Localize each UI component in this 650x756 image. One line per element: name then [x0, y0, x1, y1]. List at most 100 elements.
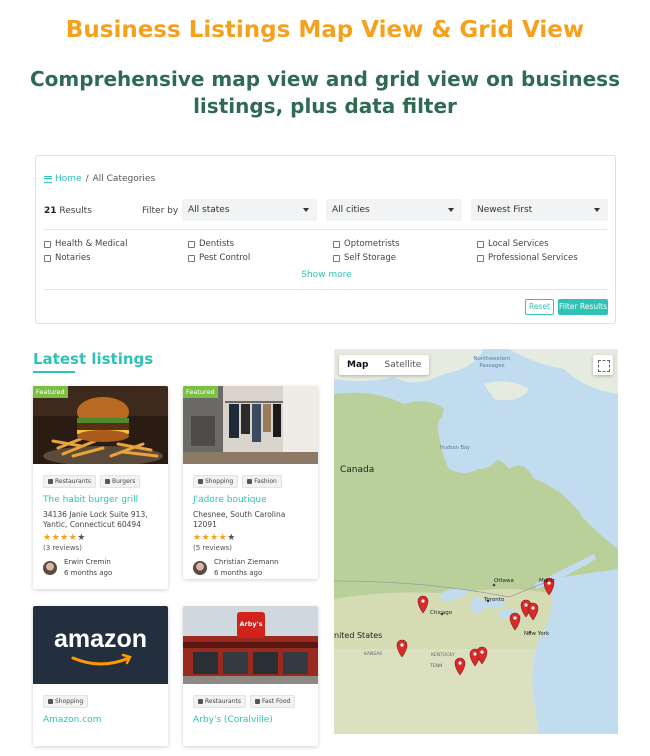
author-name: Erwin Cremin — [64, 558, 111, 566]
map-label: New York — [524, 631, 550, 637]
divider — [44, 289, 607, 290]
rating-stars: ★★★★★ — [183, 530, 318, 543]
fullscreen-icon[interactable] — [593, 355, 613, 375]
category-checkbox[interactable]: Professional Services — [477, 253, 578, 263]
results-number: 21 — [44, 206, 57, 216]
listing-card[interactable]: Featured Shopping Fashion J'adore boutiq… — [183, 386, 318, 579]
utensils-icon — [48, 479, 53, 484]
category-tag[interactable]: Restaurants — [43, 475, 96, 488]
map-label: TENN — [430, 664, 443, 669]
listing-card[interactable]: amazon Shopping Amazon.com — [33, 606, 168, 746]
map-label: nited States — [334, 631, 383, 640]
category-tag[interactable]: Restaurants — [193, 695, 246, 708]
category-tag[interactable]: Fast Food — [249, 695, 296, 708]
category-checkbox[interactable]: Dentists — [188, 239, 234, 249]
listing-title[interactable]: Arby's (Coralville) — [183, 708, 318, 725]
map-label: KENTUCKY — [431, 653, 455, 658]
star-icon: ★ — [77, 533, 86, 543]
filter-results-button[interactable]: Filter Results — [558, 299, 608, 315]
listing-card[interactable]: Arby's Restaurants Fast Food Arby's (Cor… — [183, 606, 318, 746]
map-canvas — [334, 349, 618, 734]
star-icon: ★ — [227, 533, 236, 543]
map-label: Canada — [340, 465, 375, 475]
rating-stars: ★★★★★ — [33, 530, 168, 543]
tag-label: Shopping — [55, 698, 84, 705]
star-icon: ★★★★ — [193, 533, 228, 543]
cities-select[interactable]: All cities — [326, 199, 462, 221]
featured-badge: Featured — [33, 386, 68, 398]
page: Business Listings Map View & Grid View C… — [0, 0, 650, 756]
featured-badge: Featured — [183, 386, 218, 398]
listing-address: Chesnee, South Carolina 12091 — [193, 510, 286, 529]
map-label: Northwestern Passages — [473, 356, 511, 369]
category-checkbox[interactable]: Self Storage — [333, 253, 396, 263]
listing-title[interactable]: J'adore boutique — [183, 488, 318, 505]
review-count: (3 reviews) — [43, 544, 82, 552]
arbys-sign-text: Arby's — [239, 620, 263, 628]
arbys-storefront-photo — [183, 606, 318, 684]
shirt-icon — [247, 479, 253, 484]
sort-select[interactable]: Newest First — [471, 199, 608, 221]
states-select[interactable]: All states — [182, 199, 317, 221]
listing-image[interactable]: Featured — [33, 386, 168, 466]
category-checkbox[interactable]: Local Services — [477, 239, 549, 249]
map-label: Toronto — [484, 597, 505, 603]
category-checkbox[interactable]: Optometrists — [333, 239, 400, 249]
category-label: Self Storage — [344, 253, 396, 263]
listing-image[interactable]: Arby's — [183, 606, 318, 684]
fastfood-icon — [254, 699, 260, 704]
shopping-icon — [48, 699, 53, 704]
category-label: Health & Medical — [55, 239, 128, 249]
listing-author: Erwin Cremin 6 months ago — [33, 552, 168, 579]
listing-author: Christian Ziemann 6 months ago — [183, 552, 318, 579]
reset-button[interactable]: Reset — [525, 299, 554, 315]
category-checkbox[interactable]: Notaries — [44, 253, 91, 263]
category-tag[interactable]: Burgers — [99, 475, 141, 488]
show-more-link[interactable]: Show more — [36, 270, 617, 280]
category-label: Professional Services — [488, 253, 578, 263]
author-name: Christian Ziemann — [214, 558, 279, 566]
listing-card[interactable]: Featured Restaurants Burgers The habit b… — [33, 386, 168, 589]
divider — [44, 229, 607, 230]
category-tag[interactable]: Shopping — [43, 695, 89, 708]
map-type-control: Map Satellite — [339, 355, 430, 375]
category-label: Local Services — [488, 239, 549, 249]
map-type-map-button[interactable]: Map — [339, 355, 376, 375]
breadcrumb-separator: / — [85, 174, 89, 184]
post-time: 6 months ago — [214, 569, 263, 577]
breadcrumb: Home / All Categories — [44, 174, 155, 184]
map-label: Montr — [539, 578, 556, 584]
results-label: Results — [59, 206, 92, 216]
map-label: Hudson Bay — [440, 445, 470, 451]
post-time: 6 months ago — [64, 569, 113, 577]
map-label: Ottawa — [494, 578, 514, 584]
checkbox-icon — [44, 254, 51, 262]
tag-label: Shopping — [205, 478, 234, 485]
listing-title[interactable]: Amazon.com — [33, 708, 168, 725]
listing-address: 34136 Janie Lock Suite 913, Yantic, Conn… — [43, 510, 148, 529]
listing-image[interactable]: Featured — [183, 386, 318, 464]
category-tag[interactable]: Shopping — [193, 475, 239, 488]
breadcrumb-current: All Categories — [92, 174, 156, 184]
breadcrumb-home-label: Home — [55, 174, 82, 184]
tag-label: Burgers — [111, 478, 136, 485]
map-view[interactable]: Northwestern Passages Hudson Bay Canada … — [334, 349, 618, 734]
hero-title: Business Listings Map View & Grid View — [65, 17, 585, 43]
checkbox-icon — [333, 240, 340, 248]
breadcrumb-home-link[interactable]: Home — [44, 174, 82, 184]
category-label: Dentists — [199, 239, 235, 249]
star-icon: ★★★★ — [43, 533, 78, 543]
listing-title[interactable]: The habit burger grill — [33, 488, 168, 505]
states-select-value: All states — [188, 205, 230, 215]
category-label: Pest Control — [199, 253, 251, 263]
shopping-icon — [198, 479, 203, 484]
category-checkbox[interactable]: Pest Control — [188, 253, 250, 263]
map-type-satellite-button[interactable]: Satellite — [376, 355, 429, 375]
category-checkbox[interactable]: Health & Medical — [44, 239, 128, 249]
sort-select-value: Newest First — [477, 205, 533, 215]
avatar — [43, 561, 57, 575]
listing-image[interactable]: amazon — [33, 606, 168, 684]
chevron-down-icon — [594, 208, 600, 212]
cities-select-value: All cities — [332, 205, 370, 215]
category-tag[interactable]: Fashion — [242, 475, 282, 488]
